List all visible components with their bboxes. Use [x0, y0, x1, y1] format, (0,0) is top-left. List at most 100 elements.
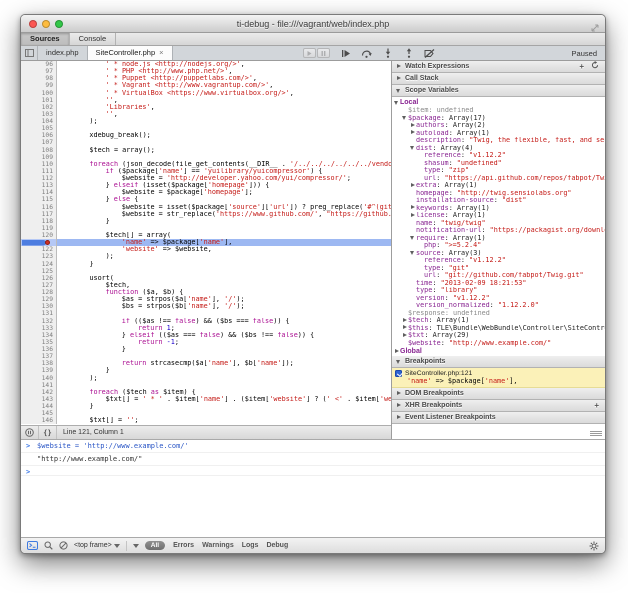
- scope-variables-header[interactable]: Scope Variables: [392, 85, 605, 97]
- gutter-line-number[interactable]: 130: [21, 303, 57, 310]
- gutter-line-number[interactable]: 146: [21, 417, 57, 424]
- console-input-line[interactable]: >: [21, 466, 605, 476]
- gutter-line-number[interactable]: 114: [21, 189, 57, 196]
- xhr-breakpoints-header[interactable]: XHR Breakpoints +: [392, 400, 605, 412]
- settings-button[interactable]: [589, 541, 599, 551]
- scope-var-keywords[interactable]: keywords: Array(1): [392, 205, 605, 213]
- tab-console[interactable]: Console: [70, 33, 117, 45]
- gutter-line-number[interactable]: 134: [21, 332, 57, 339]
- gutter-line-number[interactable]: 128: [21, 289, 57, 296]
- gutter-line-number[interactable]: 139: [21, 367, 57, 374]
- gutter-line-number[interactable]: 120: [21, 232, 57, 239]
- disclosure-triangle-icon[interactable]: [402, 115, 408, 121]
- gutter-line-number[interactable]: 132: [21, 318, 57, 325]
- gutter-line-number[interactable]: 136: [21, 346, 57, 353]
- gutter-line-number[interactable]: 122: [21, 246, 57, 253]
- gutter-line-number[interactable]: 116: [21, 204, 57, 211]
- gutter-line-number[interactable]: 123: [21, 253, 57, 260]
- gutter-line-number[interactable]: 144: [21, 403, 57, 410]
- gutter-line-number[interactable]: 118: [21, 218, 57, 225]
- disclosure-triangle-icon[interactable]: [410, 122, 416, 128]
- gutter-line-number[interactable]: 137: [21, 353, 57, 360]
- gutter-line-number[interactable]: 138: [21, 360, 57, 367]
- fullscreen-icon[interactable]: [591, 19, 599, 37]
- gutter-line-number[interactable]: [21, 239, 57, 246]
- step-into-button[interactable]: [382, 47, 394, 59]
- gutter-line-number[interactable]: 96: [21, 61, 57, 68]
- gutter-line-number[interactable]: 145: [21, 410, 57, 417]
- scope-var-tech[interactable]: $tech: Array(1): [392, 317, 605, 325]
- frame-selector-dropdown[interactable]: <top frame>: [74, 542, 120, 549]
- gutter-line-number[interactable]: 117: [21, 211, 57, 218]
- gutter-line-number[interactable]: 104: [21, 118, 57, 125]
- gutter-line-number[interactable]: 140: [21, 375, 57, 382]
- play-segment-button[interactable]: [303, 48, 316, 58]
- disclosure-triangle-icon[interactable]: [394, 99, 400, 105]
- file-tab-sitecontroller-php[interactable]: SiteController.php×: [88, 46, 173, 60]
- gutter-line-number[interactable]: 129: [21, 296, 57, 303]
- disclosure-triangle-icon[interactable]: [394, 348, 400, 354]
- scope-var-txt[interactable]: $txt: Array(29): [392, 332, 605, 340]
- deactivate-breakpoints-button[interactable]: [424, 47, 436, 59]
- scope-section-global[interactable]: Global: [392, 347, 605, 356]
- console-search-button[interactable]: [44, 541, 53, 550]
- gutter-line-number[interactable]: 119: [21, 225, 57, 232]
- pane-resize-grip[interactable]: [590, 430, 602, 437]
- gutter-line-number[interactable]: 143: [21, 396, 57, 403]
- pause-segment-button[interactable]: [317, 48, 330, 58]
- scope-var-this[interactable]: $this: TLE\Bundle\WebBundle\Controller\S…: [392, 325, 605, 333]
- disclosure-triangle-icon[interactable]: [402, 332, 408, 338]
- disclosure-triangle-icon[interactable]: [410, 235, 416, 241]
- watch-expressions-header[interactable]: Watch Expressions +: [392, 61, 605, 73]
- filter-warnings[interactable]: Warnings: [202, 542, 234, 549]
- gutter-line-number[interactable]: 102: [21, 104, 57, 111]
- source-editor[interactable]: 96' * node.js <http://nodejs.org/>',97' …: [21, 61, 391, 425]
- call-stack-header[interactable]: Call Stack: [392, 73, 605, 85]
- disclosure-triangle-icon[interactable]: [402, 325, 408, 331]
- disclosure-triangle-icon[interactable]: [410, 205, 416, 211]
- clear-console-button[interactable]: [59, 541, 68, 550]
- gutter-line-number[interactable]: 97: [21, 68, 57, 75]
- gutter-line-number[interactable]: 135: [21, 339, 57, 346]
- pause-on-exceptions-button[interactable]: [21, 426, 39, 439]
- gutter-line-number[interactable]: 133: [21, 325, 57, 332]
- breakpoint-entry[interactable]: SiteController.php:121 'name' => $packag…: [392, 368, 605, 388]
- scope-var-license[interactable]: license: Array(1): [392, 212, 605, 220]
- event-listener-breakpoints-header[interactable]: Event Listener Breakpoints: [392, 412, 605, 424]
- scope-section-local[interactable]: Local: [392, 98, 605, 107]
- pretty-print-button[interactable]: {}: [39, 426, 57, 439]
- dom-breakpoints-header[interactable]: DOM Breakpoints: [392, 388, 605, 400]
- console-pane[interactable]: > $website = 'http://www.example.com/' "…: [21, 439, 605, 537]
- gutter-line-number[interactable]: 111: [21, 168, 57, 175]
- tab-sources[interactable]: Sources: [21, 33, 70, 45]
- gutter-line-number[interactable]: 127: [21, 282, 57, 289]
- breakpoints-header[interactable]: Breakpoints: [392, 356, 605, 368]
- disclosure-triangle-icon[interactable]: [410, 182, 416, 188]
- step-over-button[interactable]: [361, 47, 373, 59]
- gutter-line-number[interactable]: 107: [21, 139, 57, 146]
- filter-logs[interactable]: Logs: [242, 542, 259, 549]
- disclosure-triangle-icon[interactable]: [402, 317, 408, 323]
- gutter-line-number[interactable]: 142: [21, 389, 57, 396]
- gutter-line-number[interactable]: 126: [21, 275, 57, 282]
- scope-var-dist[interactable]: dist: Array(4): [392, 145, 605, 153]
- scope-var-source[interactable]: source: Array(3): [392, 250, 605, 258]
- breakpoint-checkbox[interactable]: [395, 370, 402, 377]
- resume-button[interactable]: [340, 47, 352, 59]
- gutter-line-number[interactable]: 98: [21, 75, 57, 82]
- gutter-line-number[interactable]: 110: [21, 161, 57, 168]
- gutter-line-number[interactable]: 101: [21, 97, 57, 104]
- filter-debug[interactable]: Debug: [266, 542, 288, 549]
- window-titlebar[interactable]: ti-debug - file:///vagrant/web/index.php: [21, 15, 605, 33]
- filter-errors[interactable]: Errors: [173, 542, 194, 549]
- navigator-toggle-button[interactable]: [21, 46, 38, 60]
- console-drawer-toggle-button[interactable]: [27, 541, 38, 550]
- gutter-line-number[interactable]: 115: [21, 196, 57, 203]
- gutter-line-number[interactable]: 113: [21, 182, 57, 189]
- scope-var-package[interactable]: $package: Array(17): [392, 115, 605, 123]
- disclosure-triangle-icon[interactable]: [410, 250, 416, 256]
- gutter-line-number[interactable]: 103: [21, 111, 57, 118]
- gutter-line-number[interactable]: 112: [21, 175, 57, 182]
- context-chevron-down-icon[interactable]: [133, 544, 139, 548]
- add-watch-button[interactable]: +: [577, 62, 586, 72]
